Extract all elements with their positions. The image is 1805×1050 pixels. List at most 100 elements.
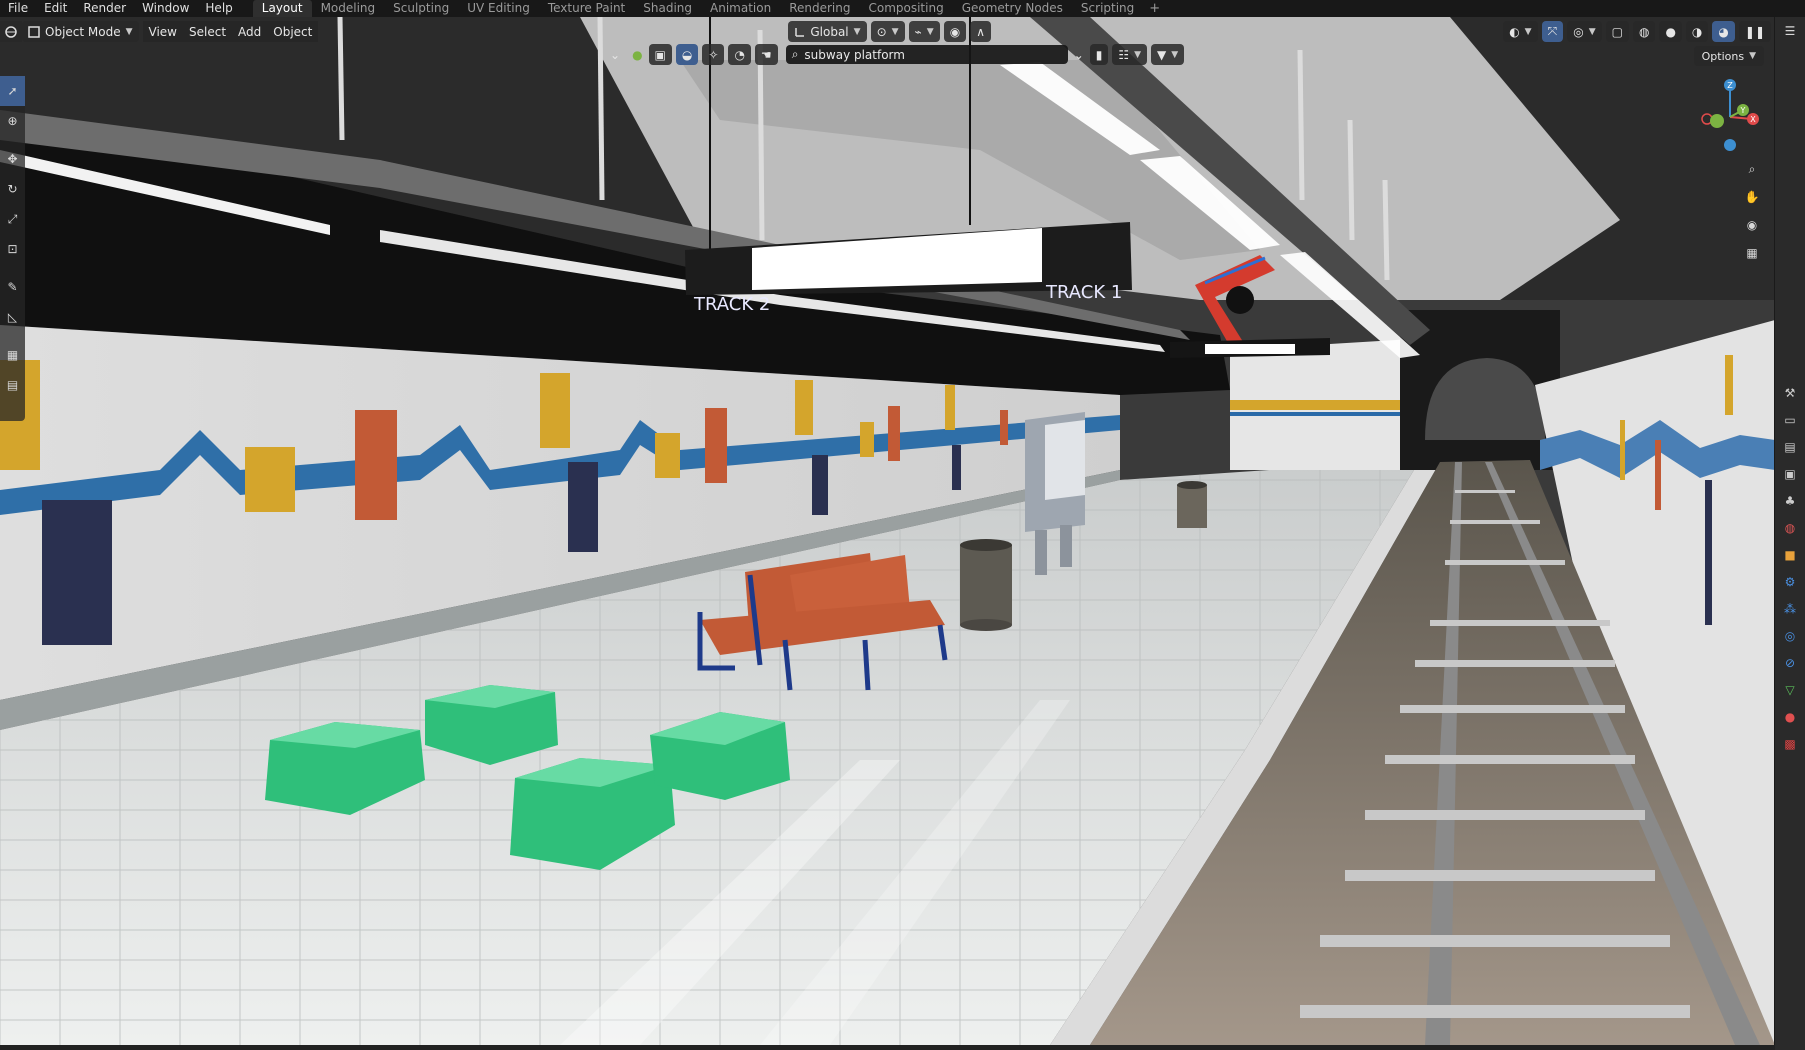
overlays-toggle[interactable]: ◎ ▼ bbox=[1567, 21, 1602, 42]
menu-select[interactable]: Select bbox=[183, 21, 233, 42]
menu-window[interactable]: Window bbox=[134, 0, 197, 17]
render-icon: ▭ bbox=[1784, 412, 1796, 427]
tool-cursor[interactable]: ⊕ bbox=[0, 106, 25, 136]
tab-world[interactable]: ◍ bbox=[1775, 514, 1805, 541]
tab-layout[interactable]: Layout bbox=[252, 0, 312, 17]
tool-select-box[interactable]: ➚ bbox=[0, 76, 25, 106]
editor-type-icon bbox=[5, 25, 17, 38]
tab-view-layer[interactable]: ▣ bbox=[1775, 460, 1805, 487]
select-box-icon: ▣ bbox=[654, 47, 666, 62]
tab-particles[interactable]: ⁂ bbox=[1775, 595, 1805, 622]
3d-viewport[interactable]: TRACK 2 TRACK 1 bbox=[0, 17, 1775, 1045]
tab-data[interactable]: ▽ bbox=[1775, 676, 1805, 703]
menu-edit[interactable]: Edit bbox=[36, 0, 75, 17]
shading-rendered[interactable]: ◕ bbox=[1712, 21, 1735, 42]
svg-text:Y: Y bbox=[1740, 106, 1746, 115]
snap-dropdown[interactable]: ⌁ ▼ bbox=[908, 21, 940, 42]
shading-solid[interactable]: ● bbox=[1659, 21, 1682, 42]
tool-add-cube[interactable]: ▦ bbox=[0, 340, 25, 370]
modifier-icon: ⚙ bbox=[1784, 574, 1796, 589]
select-mode-box[interactable]: ▣ bbox=[648, 44, 672, 65]
navigation-buttons: ⌕ ✋ ◉ ▦ bbox=[1740, 155, 1764, 267]
menu-add[interactable]: Add bbox=[232, 21, 268, 42]
outliner-toggle[interactable]: ☰ bbox=[1775, 17, 1805, 44]
tab-scene[interactable]: ♣ bbox=[1775, 487, 1805, 514]
tab-material[interactable]: ● bbox=[1775, 703, 1805, 730]
tab-constraints[interactable]: ⊘ bbox=[1775, 649, 1805, 676]
pan-hand-icon: ✋ bbox=[1744, 190, 1760, 204]
tab-compositing[interactable]: Compositing bbox=[859, 0, 952, 17]
menu-object[interactable]: Object bbox=[267, 21, 319, 42]
tab-texture-paint[interactable]: Texture Paint bbox=[539, 0, 634, 17]
tab-modifier[interactable]: ⚙ bbox=[1775, 568, 1805, 595]
filter-camera[interactable]: ◔ bbox=[728, 44, 751, 65]
chevron-down-icon: ▼ bbox=[853, 26, 861, 37]
pause-render-button[interactable]: ❚❚ bbox=[1738, 21, 1771, 42]
chevron-down-icon: ▼ bbox=[1134, 49, 1142, 60]
menu-help[interactable]: Help bbox=[197, 0, 240, 17]
gizmo-neg-y[interactable] bbox=[1710, 114, 1724, 128]
tool-scale[interactable]: ⤢ bbox=[0, 204, 25, 234]
mesh-icon: ◒ bbox=[681, 47, 693, 62]
zoom-button[interactable]: ⌕ bbox=[1740, 155, 1764, 183]
add-workspace-button[interactable]: + bbox=[1143, 1, 1166, 16]
tab-geometry-nodes[interactable]: Geometry Nodes bbox=[953, 0, 1072, 17]
pivot-point-dropdown[interactable]: ⊙ ▼ bbox=[870, 21, 905, 42]
top-menubar: File Edit Render Window Help Layout Mode… bbox=[0, 0, 1805, 17]
particles-icon: ⁂ bbox=[1784, 601, 1796, 616]
search-options[interactable]: ⌄ bbox=[1068, 44, 1090, 65]
options-dropdown[interactable]: Options ▼ bbox=[1693, 46, 1764, 66]
tool-add-primitive[interactable]: ▤ bbox=[0, 370, 25, 400]
tab-render[interactable]: ▭ bbox=[1775, 406, 1805, 433]
filter-mesh[interactable]: ◒ bbox=[675, 44, 699, 65]
viewport-header: Object Mode ▼ View Select Add Object Glob… bbox=[0, 17, 1775, 46]
filter-button[interactable]: ▼ ▼ bbox=[1151, 44, 1185, 65]
menu-file[interactable]: File bbox=[0, 0, 36, 17]
view-layer-icon: ▣ bbox=[1784, 466, 1796, 481]
bookmark-button[interactable]: ▮ bbox=[1089, 44, 1109, 65]
sign-track-2: TRACK 2 bbox=[693, 294, 770, 315]
pause-icon: ❚❚ bbox=[1744, 24, 1765, 39]
tool-measure[interactable]: ◺ bbox=[0, 302, 25, 332]
tab-output[interactable]: ▤ bbox=[1775, 433, 1805, 460]
proportional-edit-toggle[interactable]: ◉ bbox=[943, 21, 967, 42]
tab-shading[interactable]: Shading bbox=[634, 0, 701, 17]
tool-rotate[interactable]: ↻ bbox=[0, 174, 25, 204]
pan-button[interactable]: ✋ bbox=[1740, 183, 1764, 211]
tool-annotate[interactable]: ✎ bbox=[0, 272, 25, 302]
tab-object[interactable]: ■ bbox=[1775, 541, 1805, 568]
tab-uv-editing[interactable]: UV Editing bbox=[458, 0, 539, 17]
mode-dropdown[interactable]: Object Mode ▼ bbox=[22, 21, 139, 42]
ortho-toggle[interactable]: ▦ bbox=[1740, 239, 1764, 267]
gizmo-neg-z[interactable] bbox=[1724, 139, 1736, 151]
tab-animation[interactable]: Animation bbox=[701, 0, 780, 17]
color-picker-button[interactable]: ● bbox=[626, 44, 648, 65]
visibility-dropdown[interactable]: ◐ ▼ bbox=[1503, 21, 1538, 42]
tab-scripting[interactable]: Scripting bbox=[1072, 0, 1143, 17]
tab-rendering[interactable]: Rendering bbox=[780, 0, 859, 17]
transform-orientation-dropdown[interactable]: Global ▼ bbox=[788, 21, 867, 42]
falloff-dropdown[interactable]: ∧ bbox=[970, 21, 991, 42]
shading-material[interactable]: ◑ bbox=[1685, 21, 1709, 42]
filter-other[interactable]: ☚ bbox=[754, 44, 778, 65]
filter-light[interactable]: ✧ bbox=[702, 44, 725, 65]
collapse-toggle[interactable]: ⌄ bbox=[604, 44, 626, 65]
gizmo-toggle[interactable]: ⤧ bbox=[1541, 21, 1564, 42]
hierarchy-button[interactable]: ☷ ▼ bbox=[1112, 44, 1148, 65]
tool-transform[interactable]: ⊡ bbox=[0, 234, 25, 264]
tab-texture[interactable]: ▩ bbox=[1775, 730, 1805, 757]
tab-modeling[interactable]: Modeling bbox=[312, 0, 385, 17]
search-field[interactable]: ⌕ subway platform bbox=[785, 45, 1068, 64]
shading-wireframe[interactable]: ◍ bbox=[1632, 21, 1656, 42]
tab-sculpting[interactable]: Sculpting bbox=[384, 0, 458, 17]
editor-type-button[interactable] bbox=[0, 21, 22, 42]
camera-view-button[interactable]: ◉ bbox=[1740, 211, 1764, 239]
tab-tool[interactable]: ⚒ bbox=[1775, 379, 1805, 406]
menu-render[interactable]: Render bbox=[75, 0, 134, 17]
tool-move[interactable]: ✥ bbox=[0, 144, 25, 174]
menu-view[interactable]: View bbox=[142, 21, 183, 42]
tab-physics[interactable]: ◎ bbox=[1775, 622, 1805, 649]
xray-toggle[interactable]: ▢ bbox=[1605, 21, 1629, 42]
viewport-header-secondary: ⌄ ● ▣ ◒ ✧ ◔ ☚ ⌕ subway platform ⌄ ▮ ☷ ▼ ▼… bbox=[604, 43, 1188, 66]
navigation-gizmo[interactable]: Z X Y bbox=[1695, 77, 1765, 157]
